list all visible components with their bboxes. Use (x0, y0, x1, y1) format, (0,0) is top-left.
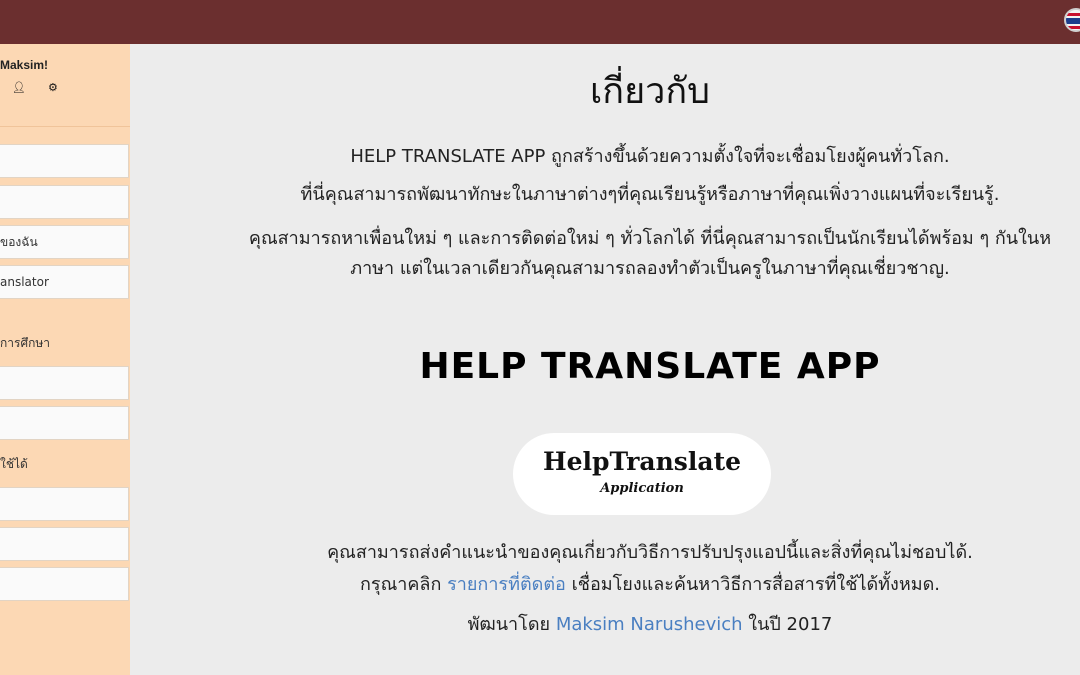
contact-line: กรุณาคลิก รายการที่ติดต่อ เชื่อมโยงและค้… (130, 570, 1080, 600)
developer-prefix: พัฒนาโดย (467, 614, 551, 635)
developer-suffix: ในปี 2017 (748, 614, 833, 635)
skills-paragraph: ที่นี่คุณสามารถพัฒนาทักษะในภาษาต่างๆที่ค… (300, 184, 1000, 205)
sidebar-item-my[interactable]: ของฉัน (0, 225, 129, 259)
sidebar: Maksim! 👤︎ ⚙︎ ของฉัน anslator การศึกษา ใ… (0, 44, 130, 675)
sidebar-item-translator[interactable]: anslator (0, 265, 129, 299)
sidebar-item[interactable] (0, 527, 129, 561)
top-bar (0, 0, 1080, 44)
intro-paragraph: HELP TRANSLATE APP ถูกสร้างขึ้นด้วยความต… (350, 146, 950, 167)
suggestion-text: คุณสามารถส่งคำแนะนำของคุณเกี่ยวกับวิธีกา… (327, 542, 973, 563)
brand-heading: HELP TRANSLATE APP (419, 346, 881, 387)
user-icon[interactable]: 👤︎ (12, 82, 26, 94)
developer-link[interactable]: Maksim Narushevich (556, 614, 743, 635)
friends-paragraph-line1: คุณสามารถหาเพื่อนใหม่ ๆ และการติดต่อใหม่… (248, 228, 1052, 249)
language-flag-icon[interactable] (1064, 8, 1080, 32)
sidebar-section-available: ใช้ได้ (0, 457, 28, 471)
gear-icon[interactable]: ⚙︎ (48, 82, 58, 94)
developer-line: พัฒนาโดย Maksim Narushevich ในปี 2017 (130, 610, 1080, 640)
sidebar-item[interactable] (0, 144, 129, 178)
sidebar-item[interactable] (0, 185, 129, 219)
main-content: เกี่ยวกับ HELP TRANSLATE APP ถูกสร้างขึ้… (130, 44, 1080, 675)
contact-prefix: กรุณาคลิก (360, 574, 442, 595)
sidebar-item[interactable] (0, 406, 129, 440)
contacts-link[interactable]: รายการที่ติดต่อ (447, 574, 566, 595)
sidebar-section-education: การศึกษา (0, 336, 50, 350)
logo-main-text: HelpTranslate (542, 447, 742, 476)
sidebar-divider (0, 126, 130, 127)
sidebar-item[interactable] (0, 567, 129, 601)
sidebar-item[interactable] (0, 487, 129, 521)
contact-suffix: เชื่อมโยงและค้นหาวิธีการสื่อสารที่ใช้ได้… (571, 574, 940, 595)
friends-paragraph-line2: ภาษา แต่ในเวลาเดียวกันคุณสามารถลองทำตัวเ… (350, 258, 950, 279)
app-logo: HelpTranslate Application (513, 433, 771, 515)
user-greeting: Maksim! (0, 58, 49, 72)
page-title: เกี่ยวกับ (589, 71, 711, 112)
sidebar-item[interactable] (0, 366, 129, 400)
logo-sub-text: Application (600, 481, 684, 496)
